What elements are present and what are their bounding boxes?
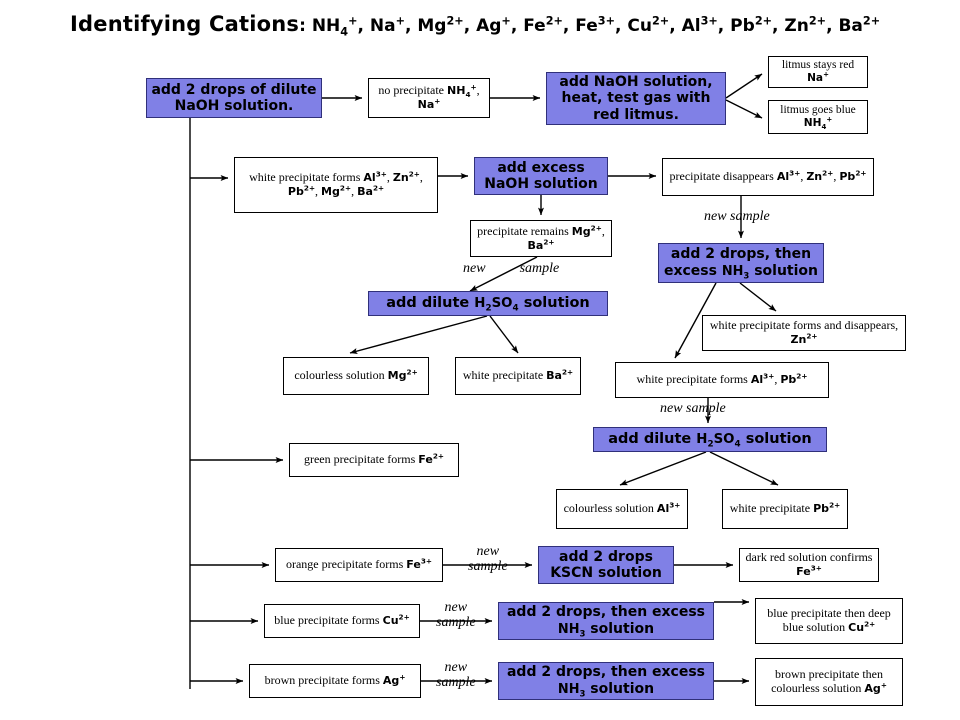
node-n16-add-h2so4-bottom[interactable]: add dilute H2SO4 solution: [593, 427, 827, 452]
node-text: add 2 drops of dilute NaOH solution.: [151, 81, 317, 114]
node-n25-deep-blue-cu: blue precipitate then deep blue solution…: [755, 598, 903, 644]
node-text: white precipitate forms Al3+, Zn2+, Pb2+…: [249, 169, 423, 198]
node-n1-add-naoh-drops[interactable]: add 2 drops of dilute NaOH solution.: [146, 78, 322, 118]
node-text: add 2 drops, then excess NH3 solution: [663, 246, 818, 282]
new-sample-label-alznpb: new sample: [704, 209, 770, 224]
new-sample-label-ag: new sample: [436, 660, 476, 690]
node-n5-litmus-blue: litmus goes blue NH4+: [768, 100, 868, 134]
node-text: brown precipitate forms Ag+: [264, 672, 406, 688]
node-text: add 2 drops, then excess NH3 solution: [506, 664, 706, 700]
node-text: white precipitate Ba2+: [462, 367, 574, 383]
node-n18-white-ppt-pb: white precipitate Pb2+: [722, 489, 848, 529]
flowchart-canvas: Identifying Cations: NH4+, Na+, Mg2+, Ag…: [0, 0, 960, 720]
node-n19-green-ppt-fe2: green precipitate forms Fe2+: [289, 443, 459, 477]
node-n17-colourless-al: colourless solution Al3+: [556, 489, 688, 529]
edge-h2so4-to-ba: [489, 315, 519, 354]
new-sample-label-mg-ba: new sample: [463, 261, 560, 276]
node-text: add dilute H2SO4 solution: [386, 295, 590, 314]
new-sample-label-alpb: new sample: [660, 401, 726, 416]
node-text: dark red solution confirms Fe3+: [745, 550, 873, 578]
node-n24-add-nh3-cu[interactable]: add 2 drops, then excess NH3 solution: [498, 602, 714, 640]
edge-heat-to-litmusblue: [725, 99, 763, 119]
node-n4-litmus-red: litmus stays red Na+: [768, 56, 868, 88]
node-n15-white-ppt-alpb: white precipitate forms Al3+, Pb2+: [615, 362, 829, 398]
page-title: Identifying Cations: NH4+, Na+, Mg2+, Ag…: [70, 12, 881, 39]
node-n6-white-ppt-forms: white precipitate forms Al3+, Zn2+, Pb2+…: [234, 157, 438, 213]
node-n22-dark-red-fe3: dark red solution confirms Fe3+: [739, 548, 879, 582]
node-n3-add-naoh-heat[interactable]: add NaOH solution, heat, test gas with r…: [546, 72, 726, 125]
node-text: colourless solution Mg2+: [294, 367, 418, 383]
edge-nh3-to-zn: [739, 282, 777, 312]
new-sample-label-fe3: new sample: [468, 544, 508, 574]
node-n23-blue-ppt-cu: blue precipitate forms Cu2+: [264, 604, 420, 638]
node-text: litmus goes blue NH4+: [780, 103, 856, 132]
node-n9-ppt-remains: precipitate remains Mg2+, Ba2+: [470, 220, 612, 257]
node-n13-white-ppt-ba: white precipitate Ba2+: [455, 357, 581, 395]
node-text: add NaOH solution, heat, test gas with r…: [559, 74, 713, 123]
node-text: no precipitate NH4+, Na+: [378, 82, 480, 111]
title-subtitle: : NH4+, Na+, Mg2+, Ag+, Fe2+, Fe3+, Cu2+…: [299, 14, 881, 39]
node-text: litmus stays red Na+: [781, 58, 855, 84]
node-text: white precipitate forms and disappears, …: [709, 318, 899, 346]
edge-heat-to-litmusred: [725, 73, 763, 99]
node-text: white precipitate forms Al3+, Pb2+: [636, 371, 808, 387]
node-n20-orange-ppt-fe3: orange precipitate forms Fe3+: [275, 548, 443, 582]
node-text: blue precipitate then deep blue solution…: [767, 606, 891, 634]
node-n12-colourless-mg: colourless solution Mg2+: [283, 357, 429, 395]
title-main: Identifying Cations: [70, 12, 300, 36]
node-text: precipitate disappears Al3+, Zn2+, Pb2+: [669, 168, 867, 184]
new-sample-label-cu: new sample: [436, 600, 476, 630]
node-text: brown precipitate then colourless soluti…: [771, 667, 887, 695]
node-n7-add-excess-naoh[interactable]: add excess NaOH solution: [474, 157, 608, 195]
node-n2-no-precipitate: no precipitate NH4+, Na+: [368, 78, 490, 118]
node-text: blue precipitate forms Cu2+: [274, 612, 410, 628]
edge-h2so4b-to-pb: [709, 451, 779, 486]
node-n26-brown-ppt-ag: brown precipitate forms Ag+: [249, 664, 421, 698]
node-text: add dilute H2SO4 solution: [608, 431, 812, 450]
node-text: colourless solution Al3+: [563, 500, 681, 516]
node-n14-white-ppt-zn: white precipitate forms and disappears, …: [702, 315, 906, 351]
edge-h2so4-to-mg: [349, 315, 488, 354]
node-n10-add-excess-nh3[interactable]: add 2 drops, then excess NH3 solution: [658, 243, 824, 283]
node-text: add 2 drops KSCN solution: [550, 548, 662, 581]
node-text: white precipitate Pb2+: [729, 500, 841, 516]
node-text: green precipitate forms Fe2+: [303, 451, 444, 467]
node-n27-add-nh3-ag[interactable]: add 2 drops, then excess NH3 solution: [498, 662, 714, 700]
node-n8-ppt-disappears: precipitate disappears Al3+, Zn2+, Pb2+: [662, 158, 874, 196]
edge-h2so4b-to-al: [619, 451, 707, 486]
node-text: orange precipitate forms Fe3+: [285, 556, 432, 572]
node-text: add 2 drops, then excess NH3 solution: [506, 604, 706, 640]
node-n21-add-kscn[interactable]: add 2 drops KSCN solution: [538, 546, 674, 584]
node-n11-add-h2so4-top[interactable]: add dilute H2SO4 solution: [368, 291, 608, 316]
node-n28-brown-then-colourless: brown precipitate then colourless soluti…: [755, 658, 903, 706]
node-text: add excess NaOH solution: [484, 159, 598, 192]
node-text: precipitate remains Mg2+, Ba2+: [477, 222, 605, 252]
